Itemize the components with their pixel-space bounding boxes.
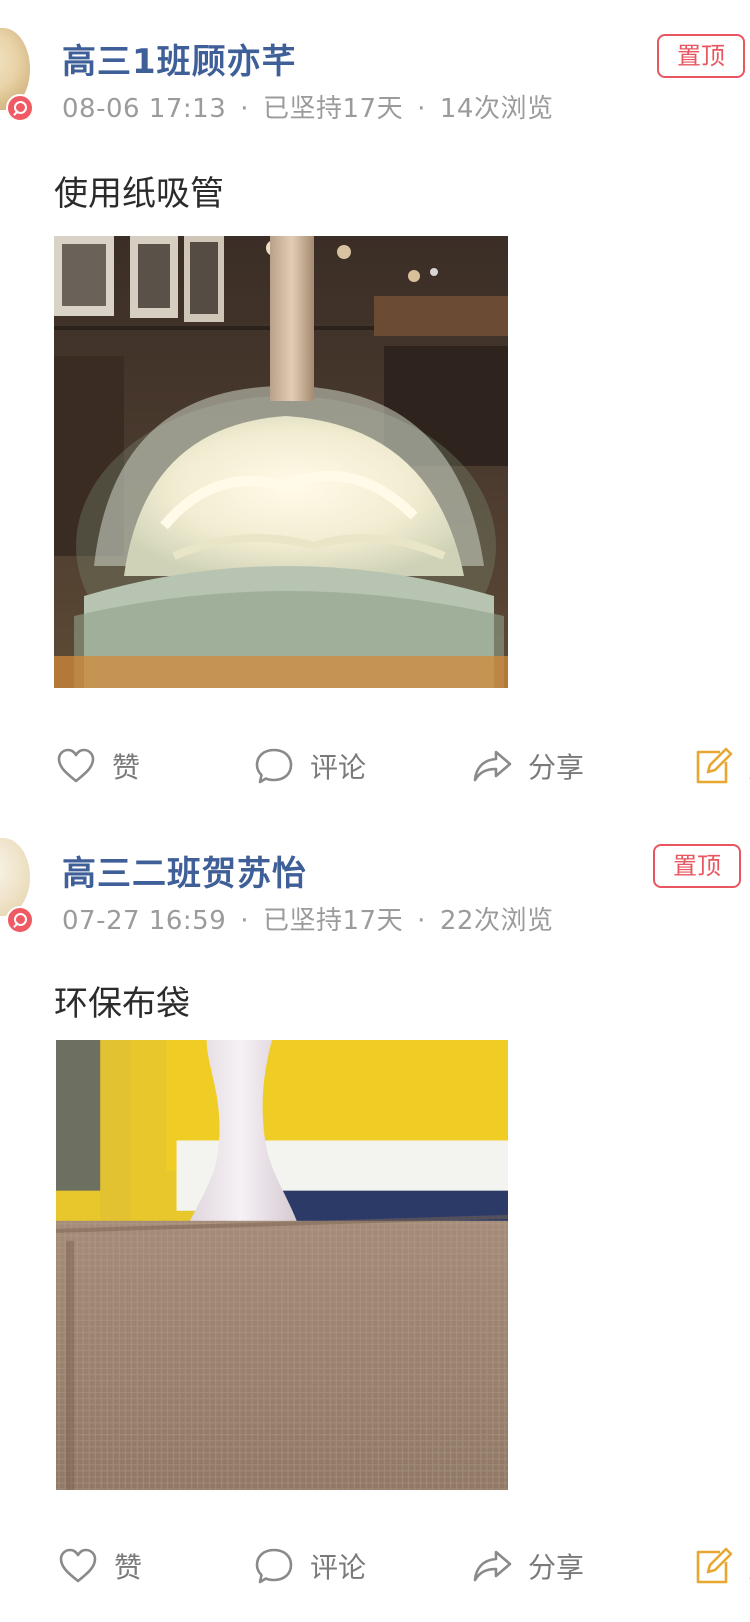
post-photo[interactable] — [56, 1040, 508, 1490]
share-label: 分享 — [528, 1551, 585, 1584]
post-views: 22次浏览 — [439, 906, 554, 936]
share-button[interactable]: 分享 — [470, 742, 584, 790]
share-icon — [473, 750, 512, 782]
edit-icon — [696, 747, 733, 784]
post-text: 使用纸吸管 — [54, 174, 224, 214]
share-icon — [473, 1550, 512, 1582]
comment-icon — [255, 748, 293, 784]
post-meta: 07-27 16:59 · 已坚持17天 · 22次浏览 — [62, 900, 553, 937]
like-button[interactable]: 赞 — [54, 742, 140, 790]
comment-label: 评论 — [310, 1551, 367, 1584]
comment-button[interactable]: 评论 — [252, 1542, 366, 1590]
like-label: 赞 — [112, 751, 141, 784]
meta-separator: · — [417, 906, 426, 936]
post-streak: 已坚持17天 — [263, 94, 404, 124]
meta-separator: · — [240, 94, 250, 124]
post-views: 14次浏览 — [439, 94, 554, 124]
heart-icon — [57, 748, 95, 783]
like-label: 赞 — [114, 1551, 143, 1584]
post-actions: 赞 评论 分享 点 — [0, 1542, 750, 1590]
edit-button[interactable]: 点 — [690, 1542, 750, 1590]
edit-button[interactable]: 点 — [690, 742, 750, 790]
post-actions: 赞 评论 分享 点 — [0, 742, 750, 790]
comment-icon — [255, 1548, 293, 1584]
search-badge-icon — [6, 94, 34, 122]
search-badge-icon — [6, 906, 34, 934]
post-streak: 已坚持17天 — [263, 906, 404, 936]
post-date: 07-27 16:59 — [62, 906, 227, 936]
meta-separator: · — [417, 94, 426, 124]
comment-button[interactable]: 评论 — [252, 742, 366, 790]
share-label: 分享 — [528, 751, 585, 784]
heart-icon — [59, 1548, 97, 1583]
comment-label: 评论 — [310, 751, 367, 784]
like-button[interactable]: 赞 — [56, 1542, 142, 1590]
meta-separator: · — [240, 906, 250, 936]
post-card: 高三1班顾亦芊 08-06 17:13 · 已坚持17天 · 14次浏览 置顶 使用纸吸… — [0, 0, 750, 808]
post-text: 环保布袋 — [54, 984, 190, 1024]
pinned-badge: 置顶 — [657, 34, 745, 78]
post-meta: 08-06 17:13 · 已坚持17天 · 14次浏览 — [62, 88, 553, 125]
post-author[interactable]: 高三二班贺苏怡 — [62, 846, 307, 895]
post-author[interactable]: 高三1班顾亦芊 — [62, 34, 297, 83]
pinned-badge: 置顶 — [653, 844, 741, 888]
share-button[interactable]: 分享 — [470, 1542, 584, 1590]
post-card: 高三二班贺苏怡 07-27 16:59 · 已坚持17天 · 22次浏览 置顶 环保布袋 — [0, 808, 750, 1622]
post-photo[interactable] — [54, 236, 508, 688]
straw-cup-photo — [54, 236, 508, 688]
edit-icon — [696, 1547, 733, 1584]
cloth-bag-photo — [56, 1040, 508, 1490]
post-date: 08-06 17:13 — [62, 94, 227, 124]
avatar[interactable] — [0, 838, 30, 916]
